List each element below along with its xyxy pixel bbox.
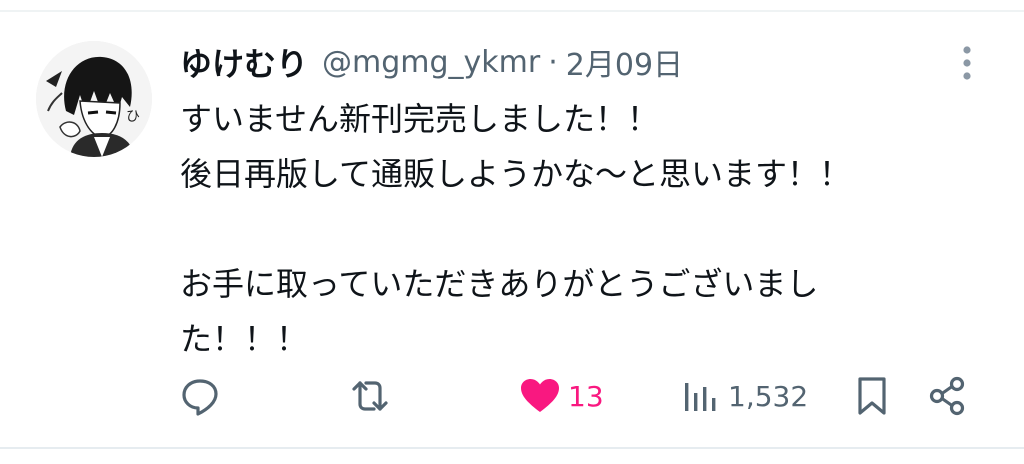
svg-text:ひ: ひ <box>126 109 140 125</box>
retweet-button[interactable] <box>346 372 394 420</box>
heart-filled-icon <box>521 379 559 412</box>
top-divider <box>0 10 1024 12</box>
retweet-icon <box>352 381 388 411</box>
tweet-timestamp[interactable]: 2月09日 <box>566 40 683 84</box>
bookmark-icon <box>858 377 886 415</box>
analytics-icon <box>685 383 716 411</box>
views-button[interactable]: 1,532 <box>682 372 808 420</box>
reply-icon <box>182 379 218 416</box>
tweet-text-line: た！！！ <box>180 320 309 358</box>
avatar-illustration: ひ <box>36 41 152 157</box>
tweet-text-line: 後日再版して通販しようかな〜と思います！！ <box>180 155 852 193</box>
more-vertical-icon <box>963 46 971 80</box>
tweet-text: すいません新刊完売しました！！ 後日再版して通販しようかな〜と思います！！ お手… <box>180 92 980 367</box>
tweet-text-blank-line <box>180 202 980 257</box>
view-count: 1,532 <box>728 379 809 413</box>
author-display-name[interactable]: ゆけむり <box>180 39 308 85</box>
bookmark-button[interactable] <box>852 372 892 420</box>
reply-button[interactable] <box>178 372 222 420</box>
like-count: 13 <box>568 379 604 413</box>
more-options-button[interactable] <box>950 44 984 84</box>
share-icon <box>929 376 965 416</box>
bottom-divider <box>0 447 1024 449</box>
author-handle[interactable]: @mgmg_ykmr <box>322 45 540 80</box>
tweet-text-line: すいません新刊完売しました！！ <box>180 100 660 138</box>
tweet-header: ゆけむり @mgmg_ykmr · 2月09日 <box>180 36 683 88</box>
avatar[interactable]: ひ <box>36 41 152 157</box>
like-button[interactable]: 13 <box>518 372 604 420</box>
header-separator: · <box>548 44 558 80</box>
tweet-text-line: お手に取っていただきありがとうございまし <box>180 265 819 303</box>
share-button[interactable] <box>926 372 970 420</box>
